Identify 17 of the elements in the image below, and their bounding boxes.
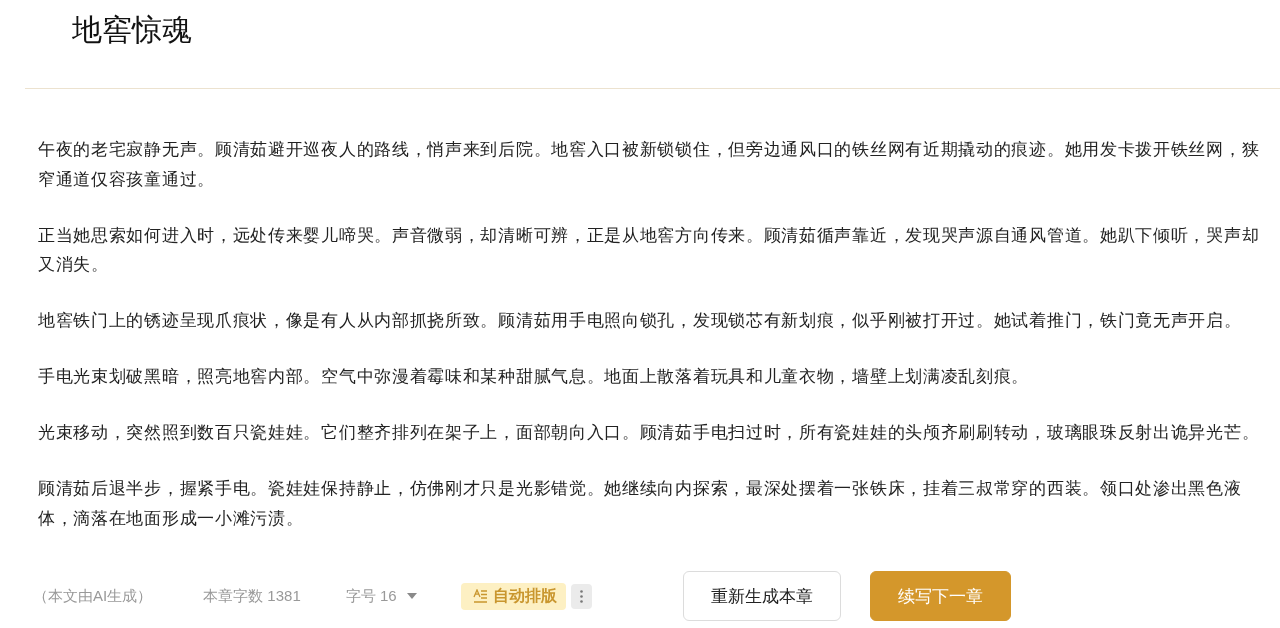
word-count: 本章字数 1381	[203, 586, 301, 606]
more-button[interactable]	[570, 583, 592, 609]
caret-icon	[406, 593, 417, 599]
continue-button[interactable]: 续写下一章	[869, 571, 1011, 621]
story-paragraph: 正当她思索如何进入时，远处传来婴儿啼哭。声音微弱，却清晰可辨，正是从地窖方向传来。顾清茹循声靠近，发现哭声源自通风管道。她趴下倾听，哭声却又消失。	[38, 224, 1261, 276]
auto-layout-button[interactable]: 自动排版	[460, 582, 566, 610]
regenerate-button[interactable]: 重新生成本章	[682, 571, 841, 621]
chapter-title: 地窖惊魂	[72, 12, 192, 48]
story-paragraph: 午夜的老宅寂静无声。顾清茹避开巡夜人的路线，悄声来到后院。地窖入口被新锁锁住，但旁边通风口的铁丝网有近期撬动的痕迹。她用发卡拨开铁丝网，狭窄通道仅容孩童通过。	[38, 139, 1261, 191]
more-icon	[579, 589, 583, 603]
story-paragraph: 手电光束划破黑暗，照亮地窖内部。空气中弥漫着霉味和某种甜腻气息。地面上散落着玩具和儿童衣物，墙壁上划满凌乱刻痕。	[38, 366, 1031, 388]
story-paragraph: 顾清茹后退半步，握紧手电。瓷娃娃保持静止，仿佛刚才只是光影错觉。她继续向内探索，最深处摆着一张铁床，挂着三叔常穿的西装。领口处渗出黑色液体，滴落在地面形成一小滩污渍。	[38, 478, 1243, 530]
font-size-dropdown[interactable]: 字号 16	[345, 586, 417, 606]
story-paragraph: 地窖铁门上的锈迹呈现爪痕状，像是有人从内部抓挠所致。顾清茹用手电照向锁孔，发现锁芯有新划痕，似乎刚被打开过。她试着推门，铁门竟无声开启。	[38, 310, 1243, 332]
text-format-icon	[472, 588, 488, 604]
story-paragraph: 光束移动，突然照到数百只瓷娃娃。它们整齐排列在架子上，面部朝向入口。顾清茹手电扫过时，所有瓷娃娃的头颅齐刷刷转动，玻璃眼珠反射出诡异光芒。	[38, 422, 1261, 444]
ai-note: （本文由AI生成）	[33, 586, 153, 606]
